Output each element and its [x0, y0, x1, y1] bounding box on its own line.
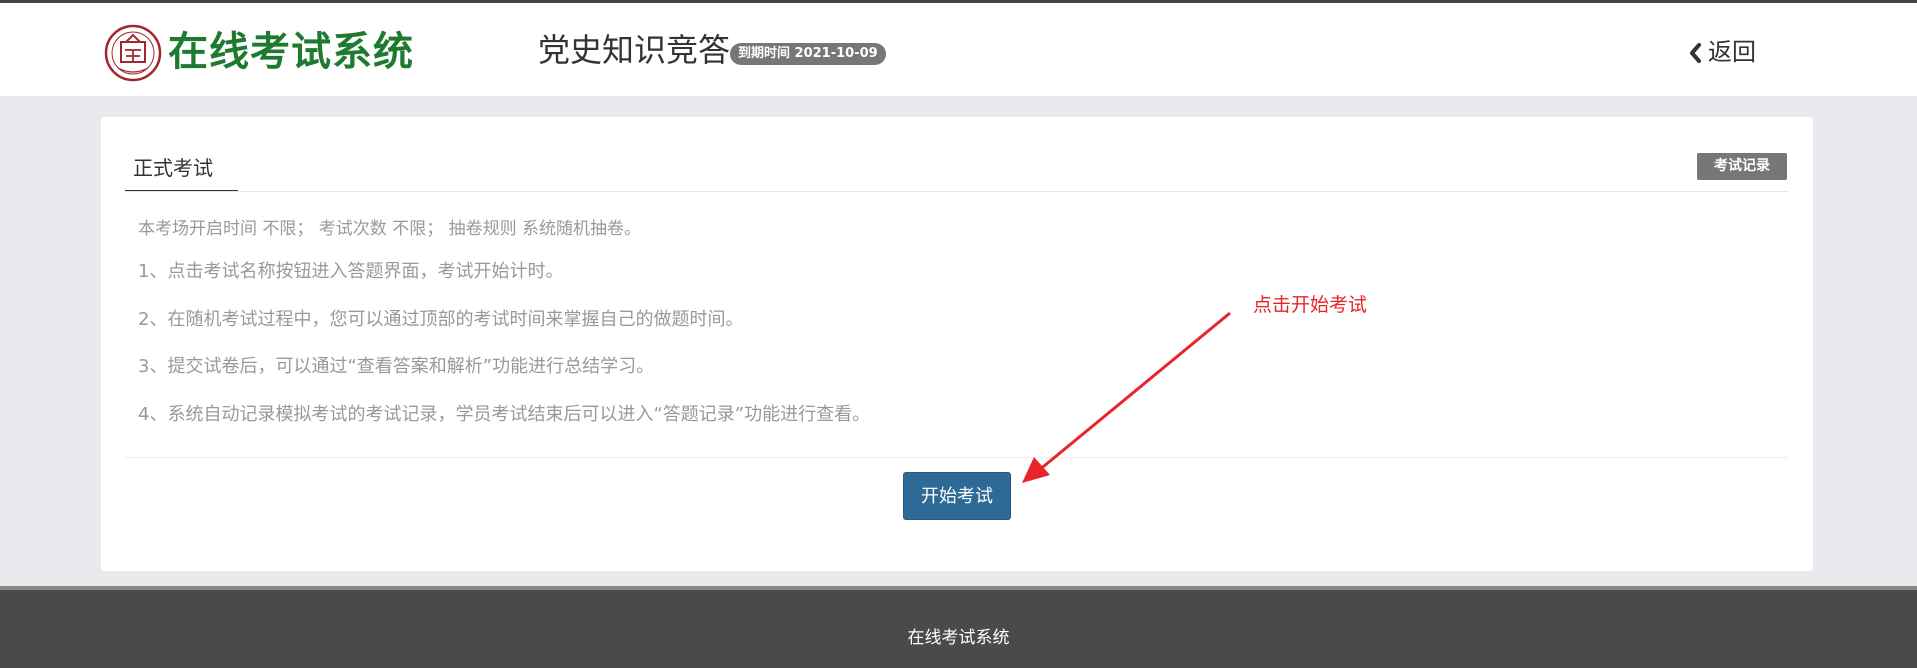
- start-exam-button[interactable]: 开始考试: [903, 472, 1011, 520]
- rule-number: 2、: [138, 309, 168, 330]
- exam-record-button[interactable]: 考试记录: [1697, 153, 1787, 180]
- logo-seal-icon: [104, 24, 162, 82]
- rule-text: 系统自动记录模拟考试的考试记录，学员考试结束后可以进入“答题记录”功能进行查看。: [167, 404, 871, 425]
- rule-text: 提交试卷后，可以通过“查看答案和解析”功能进行总结学习。: [167, 356, 655, 377]
- rule-text: 点击考试名称按钮进入答题界面，考试开始计时。: [167, 261, 564, 282]
- rule-item: 4、系统自动记录模拟考试的考试记录，学员考试结束后可以进入“答题记录”功能进行查…: [138, 401, 870, 429]
- rule-text: 在随机考试过程中，您可以通过顶部的考试时间来掌握自己的做题时间。: [167, 309, 744, 330]
- chevron-left-icon: [1690, 43, 1701, 63]
- rule-item: 3、提交试卷后，可以通过“查看答案和解析”功能进行总结学习。: [138, 353, 654, 381]
- tab-formal-exam[interactable]: 正式考试: [125, 152, 238, 192]
- logo-text: 在线考试系统: [168, 29, 414, 75]
- rule-number: 4、: [138, 404, 168, 425]
- exam-intro: 本考场开启时间 不限； 考试次数 不限； 抽卷规则 系统随机抽卷。: [138, 219, 642, 239]
- exam-title: 党史知识竞答: [538, 31, 731, 69]
- footer-text: 在线考试系统: [907, 628, 1010, 648]
- rule-number: 1、: [138, 261, 168, 282]
- back-button[interactable]: 返回: [1688, 36, 1756, 68]
- back-label: 返回: [1708, 38, 1756, 66]
- rule-item: 1、点击考试名称按钮进入答题界面，考试开始计时。: [138, 258, 563, 286]
- annotation-arrow-icon: [1022, 311, 1231, 483]
- rule-item: 2、在随机考试过程中，您可以通过顶部的考试时间来掌握自己的做题时间。: [138, 306, 743, 334]
- expire-date-badge: 到期时间 2021-10-09: [730, 43, 886, 65]
- annotation-label: 点击开始考试: [1253, 294, 1368, 316]
- content-divider: [125, 457, 1788, 458]
- tab-divider: [125, 191, 1788, 192]
- rule-number: 3、: [138, 356, 168, 377]
